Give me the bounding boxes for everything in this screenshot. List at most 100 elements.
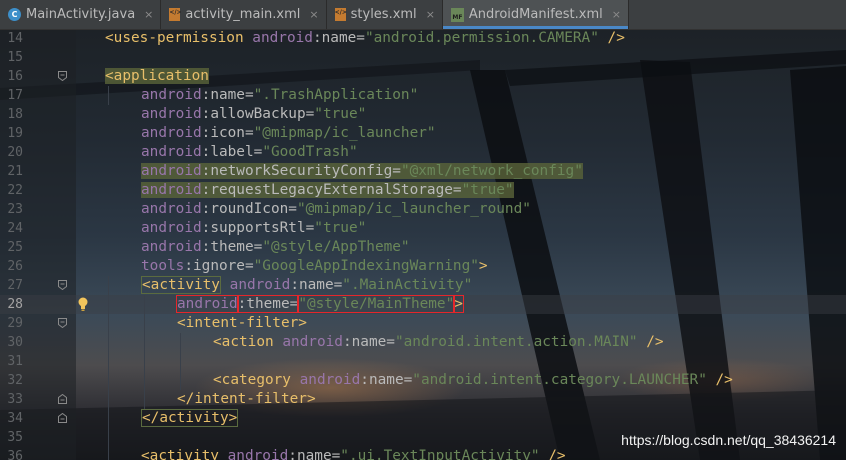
line-number: 19 — [7, 126, 23, 141]
line-number: 32 — [7, 373, 23, 388]
code-line[interactable]: 29 <intent-filter> — [0, 314, 846, 333]
indent-guide — [108, 352, 109, 371]
line-number: 26 — [7, 259, 23, 274]
line-number: 16 — [7, 69, 23, 84]
code-line[interactable]: 28 android:theme="@style/MainTheme"> — [0, 295, 846, 314]
editor-tab-bar: CMainActivity.java×activity_main.xml×sty… — [0, 0, 846, 30]
code-line[interactable]: 27 <activity android:name=".MainActivity" — [0, 276, 846, 295]
code-text: android:name=".TrashApplication" — [141, 86, 418, 105]
code-line[interactable]: 36 <activity android:name=".ui.TextInputA… — [0, 447, 846, 460]
code-token: ".ui.TextInputActivity" — [340, 448, 540, 460]
close-tab-icon[interactable]: × — [426, 8, 435, 21]
fold-expand-icon[interactable] — [58, 71, 67, 81]
code-line[interactable]: 14 <uses-permission android:name="android… — [0, 30, 846, 48]
fold-expand-icon[interactable] — [58, 280, 67, 290]
tab-label: activity_main.xml — [185, 7, 301, 22]
code-token: android — [141, 125, 202, 141]
code-token: :requestLegacyExternalStorage= — [201, 182, 462, 198]
fold-collapse-icon[interactable] — [58, 413, 67, 423]
code-token: android — [282, 334, 343, 350]
editor-tab[interactable]: C MainActivity.java × — [0, 0, 162, 29]
code-token: :name= — [288, 448, 341, 460]
code-token: "@style/AppTheme" — [262, 239, 410, 255]
code-text: </intent-filter> — [177, 390, 316, 409]
code-token: :theme= — [201, 239, 263, 255]
indent-guide — [144, 390, 145, 409]
xml-file-icon — [169, 8, 182, 21]
code-token: <application — [105, 68, 209, 84]
line-number: 22 — [7, 183, 23, 198]
code-token: android — [141, 182, 202, 198]
indent-guide — [108, 276, 109, 295]
code-line[interactable]: 33 </intent-filter> — [0, 390, 846, 409]
code-line[interactable]: 19 android:icon="@mipmap/ic_launcher" — [0, 124, 846, 143]
code-line[interactable]: 16 <application — [0, 67, 846, 86]
code-line[interactable]: 30 <action android:name="android.intent.a… — [0, 333, 846, 352]
indent-guide — [180, 352, 181, 371]
code-line[interactable]: 20 android:label="GoodTrash" — [0, 143, 846, 162]
code-token: /> — [706, 372, 733, 388]
code-token: android — [252, 30, 313, 46]
code-token: "GoodTrash" — [262, 144, 358, 160]
code-token: :name= — [342, 334, 395, 350]
code-token: <intent-filter> — [177, 315, 307, 331]
code-line[interactable]: 17 android:name=".TrashApplication" — [0, 86, 846, 105]
code-token: <uses-permission — [105, 30, 253, 46]
code-editor[interactable]: 14 <uses-permission android:name="android… — [0, 30, 846, 460]
line-number: 23 — [7, 202, 23, 217]
line-number: 18 — [7, 107, 23, 122]
code-text: android:allowBackup="true" — [141, 105, 366, 124]
indent-guide — [180, 333, 181, 352]
code-line[interactable]: 24 android:supportsRtl="true" — [0, 219, 846, 238]
editor-tab[interactable]: activity_main.xml × — [161, 0, 327, 29]
line-number: 27 — [7, 278, 23, 293]
code-token: :allowBackup= — [201, 106, 315, 122]
code-token: "android.permission.CAMERA" — [364, 30, 599, 46]
code-token: <action — [213, 334, 283, 350]
code-text: android:label="GoodTrash" — [141, 143, 358, 162]
code-line[interactable]: 21 android:networkSecurityConfig="@xml/ne… — [0, 162, 846, 181]
close-tab-icon[interactable]: × — [144, 8, 153, 21]
line-number: 14 — [7, 31, 23, 46]
code-token: "true" — [314, 106, 367, 122]
indent-guide — [144, 352, 145, 371]
code-token: android — [141, 87, 202, 103]
line-number: 24 — [7, 221, 23, 236]
indent-guide — [144, 333, 145, 352]
code-line[interactable]: 18 android:allowBackup="true" — [0, 105, 846, 124]
line-number: 17 — [7, 88, 23, 103]
indent-guide — [108, 447, 109, 460]
code-text: android:requestLegacyExternalStorage="tr… — [141, 181, 514, 200]
close-tab-icon[interactable]: × — [309, 8, 318, 21]
code-token: android — [141, 163, 202, 179]
code-token: "android.intent.category.LAUNCHER" — [412, 372, 707, 388]
indent-guide — [108, 314, 109, 333]
code-line[interactable]: 23 android:roundIcon="@mipmap/ic_launcher… — [0, 200, 846, 219]
close-tab-icon[interactable]: × — [612, 8, 621, 21]
code-token: "true" — [314, 220, 367, 236]
ide-window: CMainActivity.java×activity_main.xml×sty… — [0, 0, 846, 460]
code-line[interactable]: 26 tools:ignore="GoogleAppIndexingWarning… — [0, 257, 846, 276]
code-line[interactable]: 25 android:theme="@style/AppTheme" — [0, 238, 846, 257]
code-line[interactable]: 32 <category android:name="android.intent… — [0, 371, 846, 390]
editor-tab[interactable]: styles.xml × — [327, 0, 443, 29]
code-line[interactable]: 22 android:requestLegacyExternalStorage="… — [0, 181, 846, 200]
code-line[interactable]: 34 </activity> — [0, 409, 846, 428]
code-token: :name= — [201, 87, 254, 103]
code-token: :supportsRtl= — [201, 220, 315, 236]
code-line[interactable]: 15 — [0, 48, 846, 67]
indent-guide — [108, 409, 109, 428]
code-token: /> — [539, 448, 566, 460]
intention-bulb-icon[interactable] — [78, 297, 88, 312]
code-token: :networkSecurityConfig= — [201, 163, 401, 179]
fold-expand-icon[interactable] — [58, 318, 67, 328]
editor-tab[interactable]: MF AndroidManifest.xml × — [442, 0, 629, 29]
fold-collapse-icon[interactable] — [58, 394, 67, 404]
code-text: android:theme="@style/AppTheme" — [141, 238, 410, 257]
code-text: <application — [105, 67, 209, 86]
code-token: :theme= — [236, 295, 300, 313]
code-text: android:theme="@style/MainTheme"> — [176, 295, 464, 314]
code-token: > — [453, 295, 464, 313]
code-line[interactable]: 31 — [0, 352, 846, 371]
watermark-text: https://blog.csdn.net/qq_38436214 — [621, 432, 836, 448]
